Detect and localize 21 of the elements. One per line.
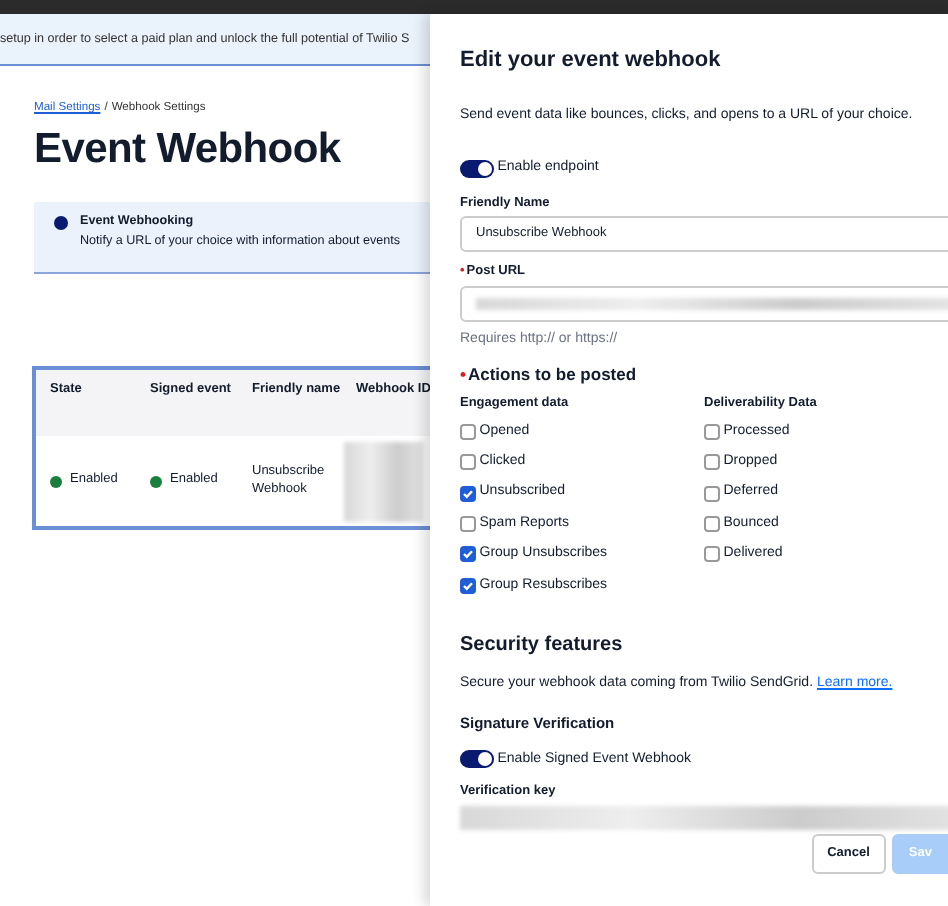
info-icon: [54, 216, 68, 231]
checkbox[interactable]: [460, 485, 476, 502]
page-title: Event Webhook: [34, 123, 343, 175]
checkbox[interactable]: [704, 454, 720, 471]
toggle-switch[interactable]: [460, 750, 494, 769]
checkbox[interactable]: [460, 546, 476, 563]
checkbox[interactable]: [704, 423, 720, 440]
checkbox[interactable]: [460, 454, 476, 471]
section-title: Security features: [460, 633, 625, 658]
checkbox[interactable]: [704, 546, 720, 563]
checkbox[interactable]: [704, 485, 720, 502]
required-mark: •: [460, 363, 466, 384]
checkbox[interactable]: [460, 577, 476, 594]
checkbox[interactable]: [460, 515, 476, 532]
redacted-text: [344, 441, 424, 522]
field-label: Actions to be posted: [467, 363, 637, 384]
checkbox[interactable]: [704, 515, 720, 532]
url-field[interactable]: [460, 286, 948, 323]
toggle-switch[interactable]: [460, 159, 494, 178]
checkbox[interactable]: [460, 423, 476, 440]
panel-title: Edit your event webhook: [460, 48, 723, 75]
